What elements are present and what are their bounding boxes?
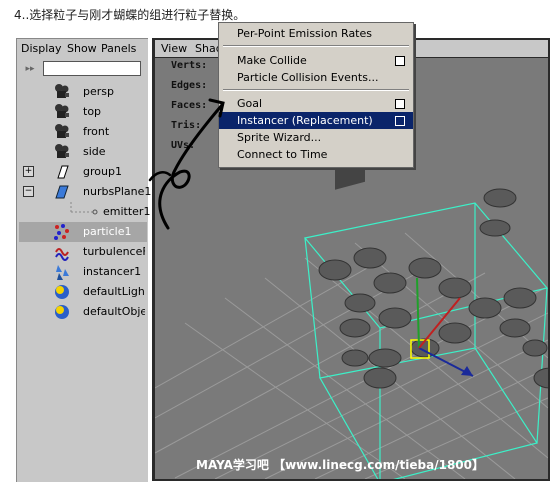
- menu-item-label: Connect to Time: [237, 148, 328, 161]
- menu-item-label: Sprite Wizard...: [237, 131, 322, 144]
- hud-faces: Faces:: [171, 100, 208, 111]
- option-box-icon[interactable]: [395, 56, 405, 66]
- menu-show[interactable]: Show: [67, 42, 97, 55]
- menu-view[interactable]: View: [161, 42, 187, 55]
- nurbs-plane-icon: [55, 185, 69, 199]
- outliner-list: persp top front side + group1 − nurbsPla…: [19, 82, 151, 482]
- outliner-item-label: nurbsPlane1: [83, 185, 152, 198]
- expand-toggle[interactable]: +: [23, 166, 34, 177]
- set-icon: [55, 285, 69, 299]
- menu-item-goal[interactable]: Goal: [219, 95, 413, 112]
- y-axis-manipulator[interactable]: [416, 277, 420, 349]
- option-box-icon[interactable]: [395, 116, 405, 126]
- camera-icon: [55, 124, 69, 138]
- butterfly-instances: [318, 188, 548, 389]
- menu-item-make-collide[interactable]: Make Collide: [219, 52, 413, 69]
- menu-item-connect-to-time[interactable]: Connect to Time: [219, 146, 413, 163]
- outliner-item-label: turbulenceField: [83, 245, 145, 258]
- menu-item-particle-collision-events[interactable]: Particle Collision Events...: [219, 69, 413, 86]
- menu-separator: [223, 45, 409, 47]
- menu-item-instancer-replacement[interactable]: Instancer (Replacement): [219, 112, 413, 129]
- outliner-item-defaultobjectset[interactable]: defaultObjectSet: [19, 302, 147, 322]
- menu-item-label: Make Collide: [237, 54, 307, 67]
- outliner-item-label: particle1: [83, 225, 132, 238]
- menu-item-label: Instancer (Replacement): [237, 114, 373, 127]
- menu-item-sprite-wizard[interactable]: Sprite Wizard...: [219, 129, 413, 146]
- outliner-item-label: group1: [83, 165, 122, 178]
- outliner-item-side[interactable]: side: [19, 142, 147, 162]
- outliner-item-label: instancer1: [83, 265, 142, 278]
- outliner-filter-input[interactable]: [43, 61, 141, 76]
- outliner-item-label: top: [83, 105, 102, 118]
- outliner-item-front[interactable]: front: [19, 122, 147, 142]
- outliner-item-group1[interactable]: + group1: [19, 162, 147, 182]
- instruction-caption: 4..选择粒子与刚才蝴蝶的组进行粒子替换。: [14, 8, 246, 22]
- outliner-item-instancer1[interactable]: instancer1: [19, 262, 147, 282]
- menu-separator: [223, 89, 409, 91]
- outliner-item-turbulencefield[interactable]: turbulenceField: [19, 242, 147, 262]
- tree-connector: [70, 202, 98, 215]
- outliner-item-label: defaultObjectSet: [83, 305, 145, 318]
- set-icon: [55, 305, 69, 319]
- outliner-item-top[interactable]: top: [19, 102, 147, 122]
- menu-item-per-point-emission-rates[interactable]: Per-Point Emission Rates: [219, 25, 413, 42]
- menu-display[interactable]: Display: [21, 42, 62, 55]
- outliner-toolbar: ▸▸: [17, 59, 148, 81]
- camera-icon: [55, 144, 69, 158]
- menu-item-label: Goal: [237, 97, 263, 110]
- hud-edges: Edges:: [171, 80, 208, 91]
- outliner-menubar: Display Show Panels: [17, 39, 148, 58]
- hud-uvs: UVs:: [171, 140, 196, 151]
- outliner-item-label: persp: [83, 85, 114, 98]
- outliner-item-label: defaultLightSet: [83, 285, 145, 298]
- outliner-item-particle1[interactable]: particle1: [19, 222, 147, 242]
- particle-icon: [54, 224, 69, 240]
- outliner-panel: Display Show Panels ▸▸ persp top front s…: [16, 38, 151, 482]
- outliner-item-emitter1[interactable]: emitter1: [19, 202, 151, 222]
- outliner-item-nurbsplane1[interactable]: − nurbsPlane1: [19, 182, 151, 202]
- particles-menu-dropdown: Per-Point Emission Rates Make Collide Pa…: [218, 22, 414, 168]
- camera-icon: [55, 84, 69, 98]
- filter-arrows-icon[interactable]: ▸▸: [20, 62, 40, 76]
- menu-panels[interactable]: Panels: [101, 42, 136, 55]
- hud-tris: Tris:: [171, 120, 202, 131]
- outliner-item-persp[interactable]: persp: [19, 82, 147, 102]
- group-icon: [57, 165, 69, 179]
- menu-item-label: Particle Collision Events...: [237, 71, 379, 84]
- turbulence-field-icon: [55, 248, 69, 261]
- outliner-item-label: emitter1: [103, 205, 151, 218]
- outliner-item-label: front: [83, 125, 110, 138]
- collapse-toggle[interactable]: −: [23, 186, 34, 197]
- outliner-item-label: side: [83, 145, 106, 158]
- camera-icon: [55, 104, 69, 118]
- instancer-icon: [56, 265, 69, 280]
- option-box-icon[interactable]: [395, 99, 405, 109]
- hud-verts: Verts:: [171, 60, 208, 71]
- watermark-text: MAYA学习吧 【www.linecg.com/tieba/1800】: [196, 458, 485, 472]
- menu-item-label: Per-Point Emission Rates: [237, 27, 372, 40]
- outliner-item-defaultlightset[interactable]: defaultLightSet: [19, 282, 147, 302]
